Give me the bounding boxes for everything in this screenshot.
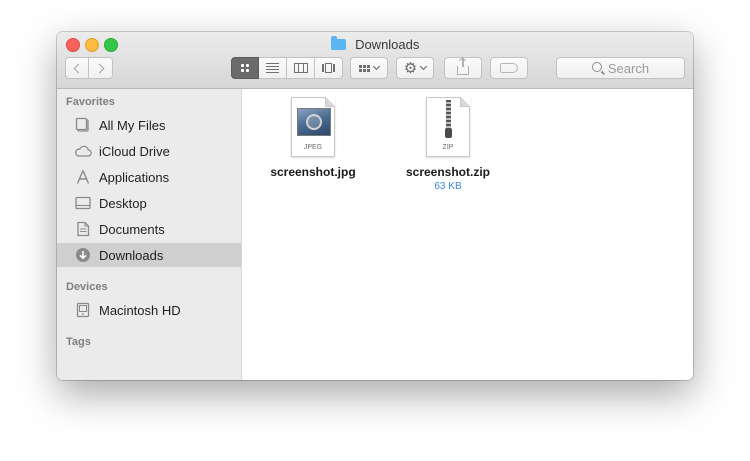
file-type-badge: JPEG [303, 144, 323, 151]
chevron-left-icon [73, 63, 84, 73]
chevron-down-icon [420, 62, 428, 71]
sidebar-item-downloads[interactable]: Downloads [57, 243, 241, 267]
search-field[interactable]: Search [556, 57, 685, 79]
forward-button[interactable] [89, 57, 113, 79]
all-files-icon [74, 116, 92, 134]
chevron-down-icon [372, 62, 381, 71]
desktop-icon [74, 194, 92, 212]
list-view-button[interactable] [259, 57, 287, 79]
sidebar-item-label: Documents [99, 221, 165, 237]
view-mode-selector [231, 57, 344, 79]
sidebar-item-icloud-drive[interactable]: iCloud Drive [57, 139, 241, 163]
file-name: screenshot.jpg [270, 165, 356, 179]
search-placeholder: Search [607, 60, 650, 76]
arrange-grid-icon [359, 64, 370, 72]
tag-icon [500, 63, 518, 73]
column-view-icon [293, 63, 308, 73]
file-item-screenshot-zip[interactable]: ZIP screenshot.zip 63 KB [393, 97, 503, 192]
sidebar-heading-tags: Tags [66, 336, 91, 348]
edit-tags-button[interactable] [490, 57, 528, 79]
cover-flow-icon [322, 63, 335, 73]
file-browser: JPEG screenshot.jpg ZIP screenshot.zip 6… [242, 89, 693, 380]
window-title: Downloads [57, 36, 693, 54]
action-button[interactable]: ⚙ [396, 57, 434, 79]
jpeg-file-icon: JPEG [291, 97, 335, 157]
search-icon [591, 62, 602, 72]
window-title-text: Downloads [355, 37, 420, 52]
icon-view-icon [241, 64, 249, 72]
gear-icon: ⚙ [403, 59, 418, 77]
magnifier-preview-icon [306, 114, 322, 130]
share-button[interactable] [444, 57, 482, 79]
sidebar-heading-favorites: Favorites [66, 96, 115, 108]
list-view-icon [266, 63, 279, 73]
finder-window: Downloads ⚙ Search Favorites All My File… [57, 32, 693, 380]
sidebar-item-documents[interactable]: Documents [57, 217, 241, 241]
sidebar-item-label: Macintosh HD [99, 302, 181, 318]
share-icon [457, 58, 469, 75]
sidebar-item-label: Applications [99, 169, 170, 185]
sidebar-item-desktop[interactable]: Desktop [57, 191, 241, 215]
sidebar-heading-devices: Devices [66, 281, 108, 293]
downloads-folder-icon [330, 36, 346, 50]
sidebar-item-label: iCloud Drive [99, 143, 170, 159]
toolbar: Downloads ⚙ Search [57, 32, 693, 89]
file-size: 63 KB [434, 181, 462, 192]
applications-icon [74, 168, 92, 186]
sidebar-item-label: Desktop [99, 195, 147, 211]
zipper-icon [446, 100, 451, 130]
arrange-button[interactable] [350, 57, 388, 79]
zip-file-icon: ZIP [426, 97, 470, 157]
sidebar-item-all-my-files[interactable]: All My Files [57, 113, 241, 137]
sidebar-item-macintosh-hd[interactable]: Macintosh HD [57, 298, 241, 322]
documents-icon [74, 220, 92, 238]
column-view-button[interactable] [287, 57, 315, 79]
sidebar: Favorites All My Files iCloud Drive Appl… [57, 89, 242, 380]
zip-pull-icon [445, 128, 452, 138]
downloads-icon [74, 246, 92, 264]
chevron-right-icon [94, 63, 104, 73]
sidebar-item-label: All My Files [99, 117, 166, 133]
sidebar-item-applications[interactable]: Applications [57, 165, 241, 189]
cover-flow-view-button[interactable] [315, 57, 343, 79]
hard-drive-icon [74, 301, 92, 319]
cloud-icon [74, 142, 92, 160]
file-item-screenshot-jpg[interactable]: JPEG screenshot.jpg [258, 97, 368, 179]
file-type-badge: ZIP [442, 144, 454, 151]
icon-view-button[interactable] [231, 57, 259, 79]
back-button[interactable] [65, 57, 89, 79]
sidebar-item-label: Downloads [99, 247, 164, 263]
file-name: screenshot.zip [405, 165, 491, 179]
